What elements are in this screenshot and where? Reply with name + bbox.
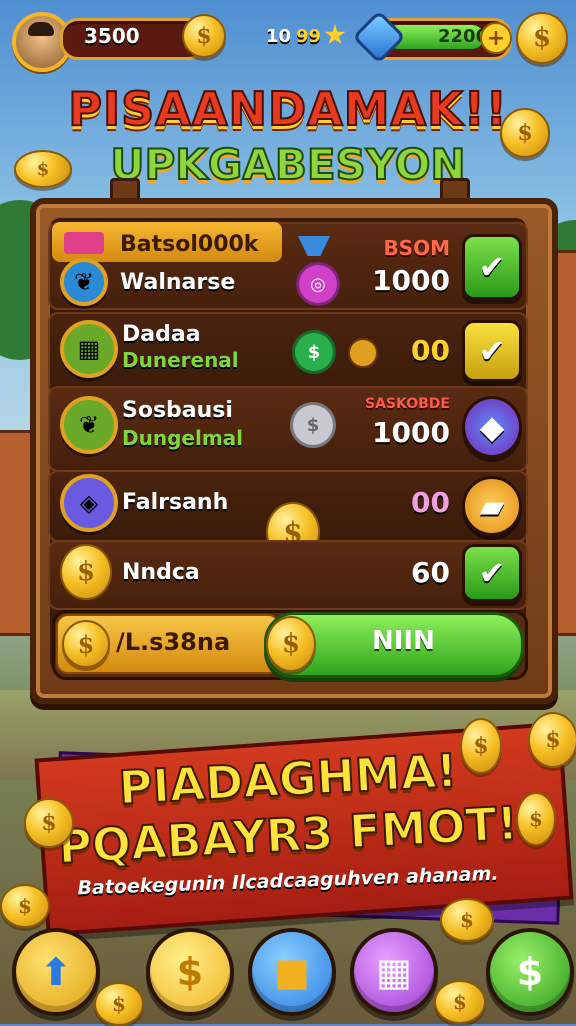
dollar-coin-icon: $	[62, 620, 110, 668]
shop-nav-button[interactable]: ▦	[350, 928, 438, 1016]
silver-coin-icon: $	[290, 402, 336, 448]
row-title: Dadaa	[122, 322, 201, 347]
board-header-title: Batsol000k	[120, 232, 259, 257]
claim-checkmark-button[interactable]: ✔	[462, 544, 522, 602]
star-count: 10	[266, 26, 292, 47]
row-title: Sosbausi	[122, 398, 233, 423]
coin-nav-button[interactable]: $	[146, 928, 234, 1016]
floating-coin-icon: $	[460, 718, 502, 774]
coin-icon[interactable]: $	[182, 14, 226, 58]
chest-reward-button[interactable]: ▰	[462, 476, 522, 536]
list-item[interactable]	[48, 386, 528, 472]
top-bar: 3500 $ 10 99 2200 + $	[0, 0, 576, 80]
row-tag: SASKOBDE	[365, 396, 450, 412]
floating-coin-icon: $	[500, 108, 550, 158]
floating-coin-icon: $	[0, 884, 50, 928]
blue-gem-icon: ◈	[60, 474, 118, 532]
dollar-coin-icon: $	[266, 616, 316, 672]
main-subtitle: UPKGABESYON	[109, 139, 466, 190]
collect-amount: /L.s38na	[116, 628, 231, 656]
board-header-tag: BSOM	[383, 236, 450, 260]
treasure-chest-icon: ▦	[60, 320, 118, 378]
ticket-icon	[64, 232, 104, 254]
dollar-coin-icon: $	[60, 544, 112, 600]
green-coin-icon: $	[292, 330, 336, 374]
claim-checkmark-button[interactable]: ✔	[462, 320, 522, 382]
floating-coin-icon: $	[434, 980, 486, 1024]
box-nav-button[interactable]: ■	[248, 928, 336, 1016]
floating-coin-icon: $	[14, 150, 72, 188]
leaf-icon: ❦	[60, 258, 108, 306]
medal-icon: ◎	[296, 262, 340, 306]
star-icon	[324, 24, 346, 45]
floating-coin-icon: $	[528, 712, 576, 768]
row-value: 1000	[372, 264, 450, 297]
row-value: 00	[411, 486, 450, 519]
small-gold-icon	[348, 338, 378, 368]
gem-reward-button[interactable]: ◆	[462, 396, 522, 458]
row-title: Walnarse	[120, 270, 236, 295]
shop-coin-button[interactable]: $	[516, 12, 568, 64]
add-energy-icon[interactable]: +	[480, 22, 512, 54]
leaf-badge-icon: ❦	[60, 396, 118, 454]
row-title: Falrsanh	[122, 490, 229, 515]
main-title: PISAANDAMAK!!	[67, 81, 508, 137]
home-nav-button[interactable]: ⬆	[12, 928, 100, 1016]
row-subtitle: Dunerenal	[122, 348, 239, 372]
row-value: 60	[411, 556, 450, 589]
coin-balance: 3500	[84, 24, 140, 48]
row-subtitle: Dungelmal	[122, 426, 244, 450]
floating-coin-icon: $	[24, 798, 74, 848]
row-value: 1000	[372, 416, 450, 449]
floating-coin-icon: $	[516, 792, 556, 846]
cash-nav-button[interactable]: $	[486, 928, 574, 1016]
list-item[interactable]	[48, 312, 528, 396]
floating-coin-icon: $	[440, 898, 494, 942]
floating-coin-icon: $	[94, 982, 144, 1026]
row-title: Nndca	[122, 560, 200, 585]
collect-button-label[interactable]: NIIN	[372, 626, 435, 656]
claim-checkmark-button[interactable]: ✔	[462, 234, 522, 300]
currency-label: 99	[296, 26, 322, 47]
list-item[interactable]	[48, 540, 528, 610]
row-value: 00	[411, 334, 450, 367]
